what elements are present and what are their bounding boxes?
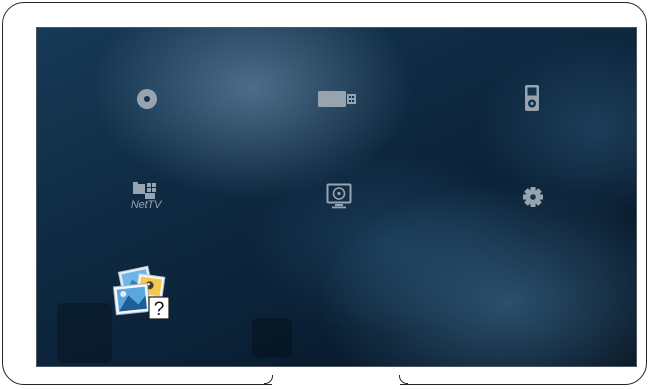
menu-item-disc[interactable] bbox=[129, 83, 165, 115]
frame-bottom-notch bbox=[264, 375, 408, 388]
menu-item-photos[interactable]: ? bbox=[107, 263, 177, 323]
pc-network-icon bbox=[326, 183, 352, 209]
background-shape bbox=[57, 303, 112, 363]
help-badge: ? bbox=[154, 299, 165, 320]
menu-item-usb[interactable] bbox=[313, 83, 363, 115]
menu-item-settings[interactable] bbox=[515, 181, 551, 213]
usb-icon bbox=[318, 91, 356, 107]
tv-screen: NetTV ? bbox=[36, 27, 637, 367]
photo-help-icon: ? bbox=[112, 265, 170, 320]
menu-item-portable-player[interactable] bbox=[515, 80, 549, 116]
menu-item-nettv[interactable]: NetTV bbox=[121, 178, 171, 214]
gear-icon bbox=[523, 187, 543, 207]
background-shape bbox=[252, 318, 292, 358]
disc-icon bbox=[137, 89, 157, 109]
portable-player-icon bbox=[525, 85, 539, 111]
nettv-icon bbox=[133, 182, 156, 199]
menu-item-pc-network[interactable] bbox=[319, 178, 359, 214]
nettv-label: NetTV bbox=[130, 199, 162, 211]
